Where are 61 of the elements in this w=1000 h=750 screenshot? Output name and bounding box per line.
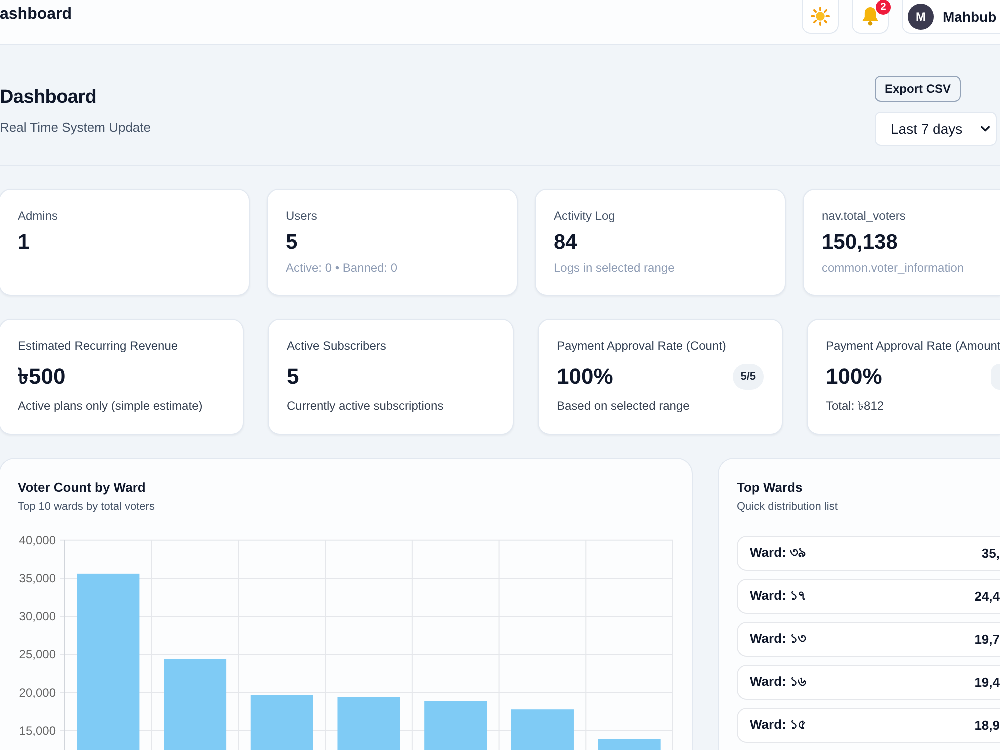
y-axis-label: 35,000	[19, 572, 56, 586]
y-axis-label: 15,000	[19, 724, 56, 738]
metric-note: Currently active subscriptions	[287, 398, 445, 415]
app-title: ashboard	[0, 5, 72, 25]
top-wards-title: Top Wards	[737, 479, 804, 497]
stat-value: 1	[18, 230, 31, 256]
metric-note: Total: ৳812	[826, 398, 886, 415]
sun-icon	[811, 7, 830, 26]
stat-label: Admins	[18, 208, 60, 224]
page-title: Dashboard	[0, 86, 98, 110]
bar	[250, 695, 314, 750]
stat-note: common.voter_information	[822, 260, 966, 276]
stat-note: Active: 0 • Banned: 0	[286, 260, 399, 276]
stat-value: 84	[554, 230, 578, 256]
page-subtitle: Real Time System Update	[0, 118, 152, 136]
bar	[338, 697, 400, 750]
metric-label: Active Subscribers	[287, 338, 388, 354]
metric-value: ৳500	[18, 363, 66, 391]
bell-icon	[862, 7, 879, 26]
metric-note: Based on selected range	[557, 398, 691, 415]
top-wards-subtitle: Quick distribution list	[737, 500, 839, 514]
chart-title: Voter Count by Ward	[18, 479, 147, 497]
stat-value: 5	[286, 230, 299, 256]
bar	[598, 739, 661, 750]
user-menu-button[interactable]: M Mahbub	[902, 0, 1000, 34]
chevron-down-icon	[981, 126, 990, 132]
ward-name: Ward: ১৬	[750, 673, 806, 691]
ward-name: Ward: ৩৯	[750, 544, 806, 562]
stat-note: Logs in selected range	[554, 260, 676, 276]
ward-name: Ward: ১৩	[750, 630, 806, 648]
metric-value: 100%	[826, 363, 882, 391]
y-axis-label: 40,000	[19, 533, 56, 548]
metric-note: Active plans only (simple estimate)	[18, 398, 204, 415]
ward-voter-count: 19,4	[974, 675, 1000, 690]
y-axis-label: 20,000	[19, 686, 56, 700]
chart-subtitle: Top 10 wards by total voters	[18, 500, 156, 514]
notifications-button[interactable]: 2	[852, 0, 889, 34]
ward-name: Ward: ১৭	[750, 587, 806, 605]
avatar: M	[908, 4, 934, 30]
ward-voter-count: 18,9	[974, 718, 1000, 733]
stat-label: Users	[286, 208, 318, 224]
date-range-select[interactable]: Last 7 days	[875, 112, 997, 146]
stat-label: Activity Log	[554, 208, 616, 224]
metric-label: Estimated Recurring Revenue	[18, 338, 180, 354]
bar	[424, 701, 488, 750]
metric-value: 5	[287, 363, 300, 391]
stat-value: 150,138	[822, 230, 899, 256]
export-csv-button[interactable]: Export CSV	[875, 76, 962, 102]
ratio-pill: 5/5	[732, 364, 764, 390]
stat-label: nav.total_voters	[822, 208, 907, 224]
ward-voter-count: 19,7	[974, 632, 1000, 647]
ward-voter-count: 35,	[982, 546, 1000, 561]
y-axis-label: 25,000	[19, 648, 56, 662]
ward-name: Ward: ১৫	[750, 716, 806, 734]
bar	[511, 710, 574, 750]
metric-value: 100%	[557, 363, 614, 391]
y-axis-label: 30,000	[19, 610, 56, 624]
metric-label: Payment Approval Rate (Count)	[557, 338, 728, 354]
ward-voter-count: 24,4	[974, 589, 1000, 604]
theme-toggle-button[interactable]	[802, 0, 839, 34]
notification-count: 2	[876, 0, 891, 15]
